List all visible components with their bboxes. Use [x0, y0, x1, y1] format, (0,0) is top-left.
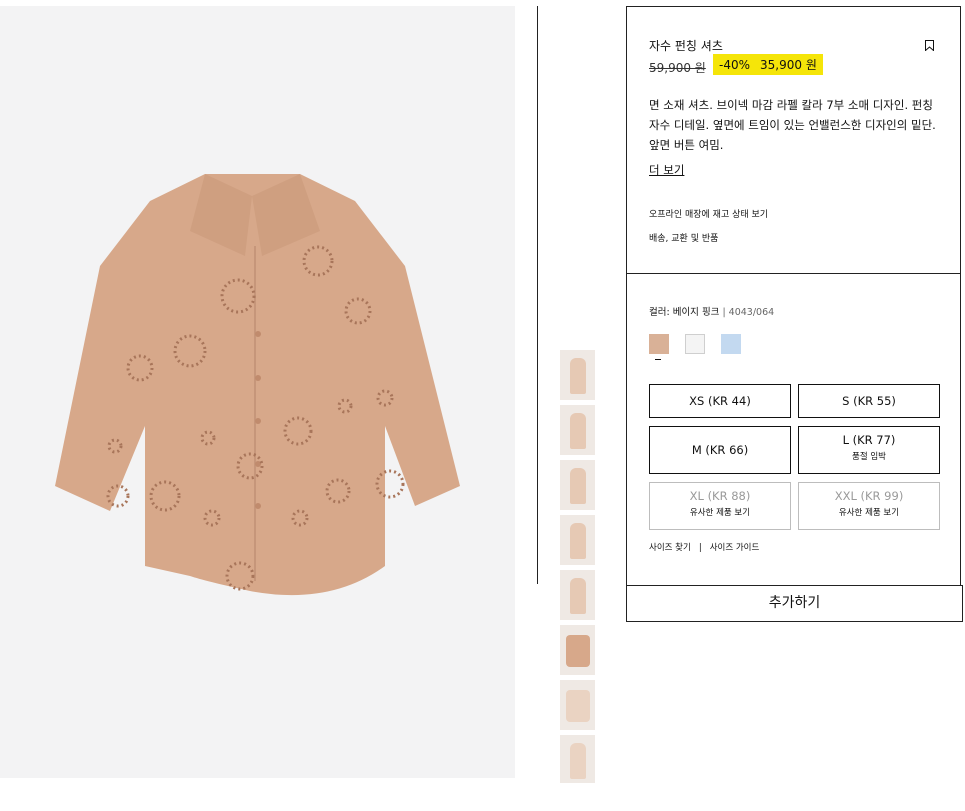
similar-products-link[interactable]: 유사한 제품 보기 — [650, 506, 790, 518]
size-label: M (KR 66) — [691, 443, 749, 457]
thumbnail-6[interactable] — [560, 625, 595, 675]
discount-percent: -40% — [719, 58, 751, 72]
product-description: 면 소재 셔츠. 브이넥 마감 라펠 칼라 7부 소매 디자인. 펀칭 자수 디… — [649, 98, 936, 152]
similar-products-link[interactable]: 유사한 제품 보기 — [799, 506, 939, 518]
size-option-m[interactable]: M (KR 66) — [649, 426, 791, 474]
shirt-illustration — [55, 174, 460, 596]
color-name: 컬러: 베이지 핑크 — [649, 307, 720, 318]
size-label: L (KR 77) — [842, 433, 896, 447]
more-link[interactable]: 더 보기 — [649, 162, 684, 178]
thumbnail-7[interactable] — [560, 680, 595, 730]
color-label: 컬러: 베이지 핑크 | 4043/064 — [649, 304, 774, 318]
thumbnail-8[interactable] — [560, 735, 595, 783]
size-option-xxl[interactable]: XXL (KR 99) 유사한 제품 보기 — [798, 482, 940, 530]
thumbnail-3[interactable] — [560, 460, 595, 510]
color-code: | 4043/064 — [722, 307, 775, 318]
product-main-image[interactable] — [0, 6, 515, 778]
size-links: 사이즈 찾기 | 사이즈 가이드 — [649, 541, 759, 553]
selection-panel: 컬러: 베이지 핑크 | 4043/064 XS (KR 44) S (KR 5… — [626, 273, 961, 586]
original-price: 59,900 원 — [649, 61, 706, 75]
size-option-xl[interactable]: XL (KR 88) 유사한 제품 보기 — [649, 482, 791, 530]
product-title: 자수 펀칭 셔츠 — [649, 39, 723, 53]
size-label: XXL (KR 99) — [834, 489, 904, 503]
size-option-l[interactable]: L (KR 77) 품절 임박 — [798, 426, 940, 474]
sale-price-badge: -40% 35,900 원 — [713, 54, 823, 75]
separator: | — [698, 543, 702, 553]
store-stock-link[interactable]: 오프라인 매장에 재고 상태 보기 — [649, 207, 768, 220]
thumbnail-5[interactable] — [560, 570, 595, 620]
size-option-s[interactable]: S (KR 55) — [798, 384, 940, 418]
bookmark-icon[interactable] — [925, 40, 934, 51]
thumbnail-2[interactable] — [560, 405, 595, 455]
product-info-panel: 자수 펀칭 셔츠 59,900 원 -40% 35,900 원 면 소재 셔츠. … — [626, 6, 961, 274]
thumbnail-strip — [560, 350, 595, 788]
selected-swatch-indicator — [655, 359, 661, 360]
color-swatch-white[interactable] — [685, 334, 705, 354]
find-size-link[interactable]: 사이즈 찾기 — [649, 543, 691, 553]
divider-line — [537, 6, 538, 584]
size-label: S (KR 55) — [842, 394, 896, 408]
thumbnail-1[interactable] — [560, 350, 595, 400]
color-swatch-light-blue[interactable] — [721, 334, 741, 354]
thumbnail-4[interactable] — [560, 515, 595, 565]
add-to-cart-button[interactable]: 추가하기 — [626, 585, 963, 622]
sale-price: 35,900 원 — [760, 58, 817, 72]
color-swatch-beige-pink[interactable] — [649, 334, 669, 354]
size-guide-link[interactable]: 사이즈 가이드 — [710, 543, 760, 553]
size-stock-note: 품절 임박 — [852, 452, 886, 462]
shipping-returns-link[interactable]: 배송, 교환 및 반품 — [649, 231, 718, 244]
size-label: XS (KR 44) — [689, 394, 751, 408]
size-label: XL (KR 88) — [689, 489, 751, 503]
size-option-xs[interactable]: XS (KR 44) — [649, 384, 791, 418]
